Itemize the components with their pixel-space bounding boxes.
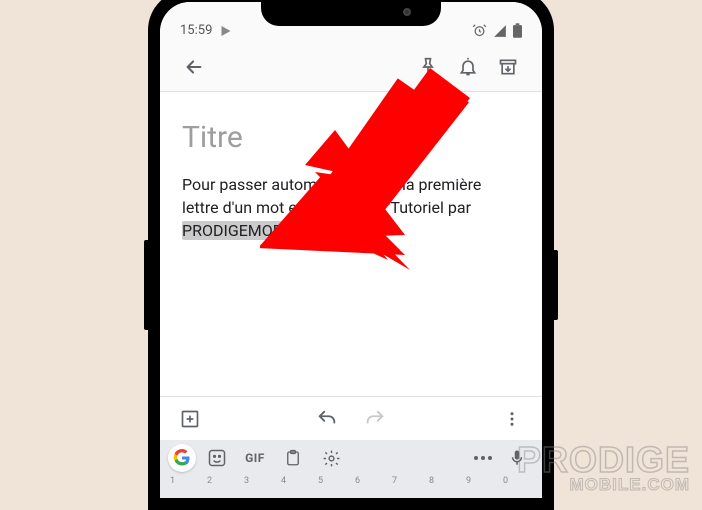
volume-button: [144, 240, 148, 330]
watermark-line1: PRODIGE: [517, 444, 690, 476]
more-options-button[interactable]: [498, 405, 526, 433]
redo-button[interactable]: [361, 405, 389, 433]
key-3[interactable]: 3: [240, 476, 277, 498]
note-body-input[interactable]: Pour passer automatiquement la première …: [182, 173, 520, 243]
key-5[interactable]: 5: [314, 476, 351, 498]
key-1[interactable]: 1: [166, 476, 203, 498]
watermark: PRODIGE MOBILE.COM: [517, 444, 690, 492]
keyboard-number-row[interactable]: 1 2 3 4 5 6 7 8 9 0: [160, 476, 542, 498]
google-logo-button[interactable]: [168, 444, 196, 472]
battery-icon: [513, 23, 522, 38]
note-content-area[interactable]: Titre Pour passer automatiquement la pre…: [160, 92, 542, 253]
selected-text[interactable]: PRODIGEMOBILE: [182, 221, 305, 240]
sticker-button[interactable]: [200, 444, 234, 472]
key-7[interactable]: 7: [388, 476, 425, 498]
reminder-button[interactable]: [448, 47, 488, 87]
play-store-icon: [220, 25, 232, 37]
alarm-icon: [472, 23, 487, 38]
keyboard-suggestion-row: GIF: [160, 440, 542, 476]
phone-frame: 15:59 Titre: [148, 0, 554, 510]
key-2[interactable]: 2: [203, 476, 240, 498]
signal-icon: [493, 24, 507, 38]
app-toolbar: [160, 42, 542, 92]
back-button[interactable]: [174, 47, 214, 87]
key-6[interactable]: 6: [351, 476, 388, 498]
phone-notch: [261, 2, 441, 26]
key-9[interactable]: 9: [462, 476, 499, 498]
collapse-keyboard-button[interactable]: [466, 444, 500, 472]
key-4[interactable]: 4: [277, 476, 314, 498]
body-text-before: Pour passer automatiquement la première …: [182, 175, 481, 217]
pin-button[interactable]: [408, 47, 448, 87]
key-8[interactable]: 8: [425, 476, 462, 498]
status-time: 15:59: [180, 23, 212, 38]
settings-button[interactable]: [314, 444, 348, 472]
phone-screen: 15:59 Titre: [160, 2, 542, 498]
add-button[interactable]: [176, 405, 204, 433]
undo-button[interactable]: [313, 405, 341, 433]
archive-button[interactable]: [488, 47, 528, 87]
body-text-after: le site de: [305, 221, 373, 240]
camera-dot: [403, 8, 411, 16]
power-button: [554, 250, 558, 320]
editor-toolbar: [160, 396, 542, 440]
gif-button[interactable]: GIF: [238, 444, 272, 472]
clipboard-button[interactable]: [276, 444, 310, 472]
note-title-input[interactable]: Titre: [182, 120, 520, 155]
